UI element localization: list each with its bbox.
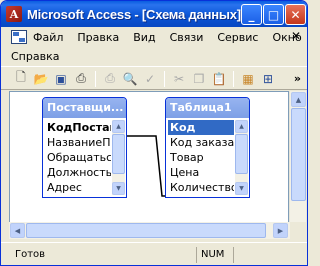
- new-file-icon[interactable]: 🗋: [11, 70, 31, 88]
- relationships-icon[interactable]: ⊞: [258, 70, 278, 88]
- status-text: Готов: [15, 249, 46, 260]
- menu-window[interactable]: Окно: [265, 31, 307, 44]
- status-divider: [233, 247, 234, 263]
- vertical-scrollbar[interactable]: ▲: [289, 91, 306, 222]
- window-title: Microsoft Access - [Схема данных]: [27, 6, 241, 22]
- scroll-left-icon[interactable]: ◀: [10, 223, 25, 238]
- toolbar: 🗋 📂 ▣ ⎙ ⎙ 🔍 ✓ ✂ ❐ 📋 ▦ ⊞ »: [1, 68, 307, 90]
- scroll-thumb[interactable]: [26, 223, 266, 238]
- field-list[interactable]: КодПоставщ НазваниеПос ОбращатьсяК Должн…: [45, 120, 111, 195]
- toolbar-separator: [164, 70, 165, 87]
- scroll-thumb[interactable]: [291, 108, 306, 201]
- relationships-canvas[interactable]: Поставщи... КодПоставщ НазваниеПос Обращ…: [9, 91, 289, 239]
- print-preview-icon[interactable]: ⎙: [71, 70, 91, 88]
- close-button[interactable]: ✕: [285, 4, 306, 25]
- field-item[interactable]: НазваниеПос: [45, 135, 111, 150]
- preview-icon[interactable]: 🔍: [120, 70, 140, 88]
- field-item[interactable]: Товар: [168, 150, 234, 165]
- access-app-icon[interactable]: A: [6, 6, 22, 22]
- copy-icon[interactable]: ❐: [189, 70, 209, 88]
- menu-edit[interactable]: Правка: [70, 31, 126, 44]
- open-folder-icon[interactable]: 📂: [31, 70, 51, 88]
- scroll-thumb[interactable]: [112, 134, 125, 174]
- menu-view[interactable]: Вид: [126, 31, 162, 44]
- field-item[interactable]: Код заказа: [168, 135, 234, 150]
- num-lock-indicator: NUM: [201, 249, 225, 260]
- toolbar-separator: [95, 70, 96, 87]
- menu-file[interactable]: Файл: [31, 31, 70, 44]
- scroll-right-icon[interactable]: ▶: [273, 223, 288, 238]
- scroll-down-icon[interactable]: ▼: [235, 182, 248, 195]
- menu-relationships[interactable]: Связи: [163, 31, 211, 44]
- maximize-button[interactable]: □: [263, 4, 284, 25]
- field-list[interactable]: Код Код заказа Товар Цена Количество: [168, 120, 234, 195]
- field-item[interactable]: ОбращатьсяК: [45, 150, 111, 165]
- save-icon[interactable]: ▣: [51, 70, 71, 88]
- menu-bar: Файл Правка Вид Связи Сервис Окно Справк…: [1, 27, 307, 67]
- title-bar[interactable]: A Microsoft Access - [Схема данных] _ □ …: [1, 1, 307, 27]
- show-table-icon[interactable]: ▦: [238, 70, 258, 88]
- horizontal-scrollbar[interactable]: ◀ ▶: [9, 222, 306, 239]
- field-item[interactable]: Количество: [168, 180, 234, 195]
- field-list-scrollbar[interactable]: ▲ ▼: [112, 120, 125, 195]
- table-title[interactable]: Поставщи...: [43, 98, 126, 118]
- relationship-window-icon[interactable]: [11, 30, 27, 44]
- menu-tools[interactable]: Сервис: [210, 31, 265, 44]
- minimize-button[interactable]: _: [241, 4, 262, 25]
- scroll-up-icon[interactable]: ▲: [112, 120, 125, 133]
- table-title[interactable]: Таблица1: [166, 98, 249, 118]
- table-window-suppliers[interactable]: Поставщи... КодПоставщ НазваниеПос Обращ…: [42, 97, 127, 198]
- field-item[interactable]: Должность: [45, 165, 111, 180]
- toolbar-separator: [233, 70, 234, 87]
- paste-icon[interactable]: 📋: [209, 70, 229, 88]
- status-divider: [196, 247, 197, 263]
- scroll-down-icon[interactable]: ▼: [112, 182, 125, 195]
- field-list-scrollbar[interactable]: ▲ ▼: [235, 120, 248, 195]
- field-item[interactable]: КодПоставщ: [45, 120, 111, 135]
- status-bar: Готов NUM: [1, 242, 307, 265]
- cut-icon[interactable]: ✂: [169, 70, 189, 88]
- table-window-table1[interactable]: Таблица1 Код Код заказа Товар Цена Колич…: [165, 97, 250, 198]
- scroll-up-icon[interactable]: ▲: [291, 92, 306, 107]
- scrollbar-corner: [290, 222, 306, 239]
- menu-help[interactable]: Справка: [1, 50, 66, 63]
- field-item[interactable]: Цена: [168, 165, 234, 180]
- document-close-button[interactable]: ✕: [291, 29, 301, 43]
- field-item[interactable]: Адрес: [45, 180, 111, 195]
- access-window: A Microsoft Access - [Схема данных] _ □ …: [0, 0, 308, 266]
- print-icon[interactable]: ⎙: [100, 70, 120, 88]
- scroll-thumb[interactable]: [235, 134, 248, 174]
- more-icon[interactable]: »: [294, 72, 301, 85]
- spellcheck-icon[interactable]: ✓: [140, 70, 160, 88]
- scroll-up-icon[interactable]: ▲: [235, 120, 248, 133]
- field-item[interactable]: Код: [168, 120, 234, 135]
